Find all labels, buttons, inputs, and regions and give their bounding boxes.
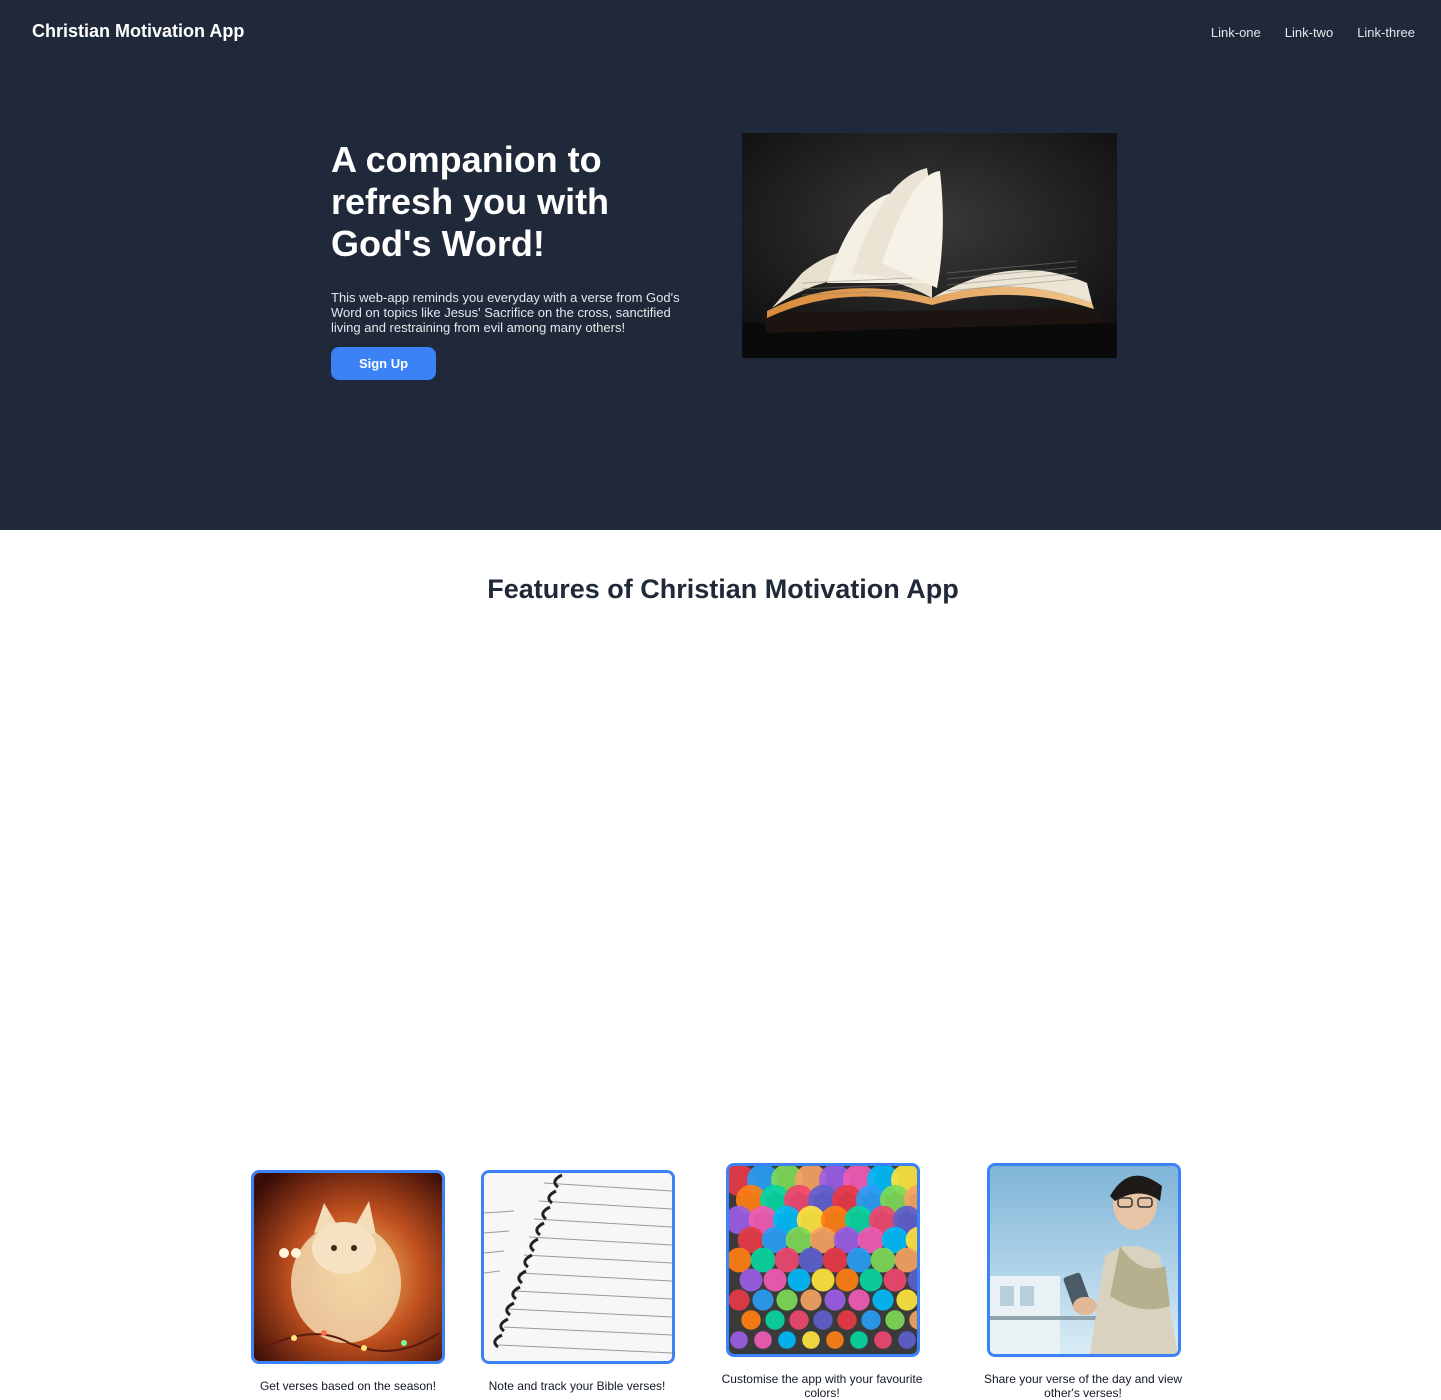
- kitten-lights-image: [251, 1170, 445, 1364]
- hero-section: Christian Motivation App Link-one Link-t…: [0, 0, 1441, 530]
- top-nav: Link-one Link-two Link-three: [1211, 25, 1415, 40]
- feature-caption-season: Get verses based on the season!: [259, 1379, 437, 1393]
- sign-up-button[interactable]: Sign Up: [331, 347, 436, 380]
- feature-caption-notes: Note and track your Bible verses!: [488, 1379, 666, 1393]
- feature-caption-share: Share your verse of the day and view oth…: [983, 1372, 1183, 1400]
- hero-description: This web-app reminds you everyday with a…: [331, 290, 680, 335]
- nav-link-two[interactable]: Link-two: [1285, 25, 1333, 40]
- nav-link-three[interactable]: Link-three: [1357, 25, 1415, 40]
- nav-link-one[interactable]: Link-one: [1211, 25, 1261, 40]
- open-bible-image: [742, 133, 1117, 358]
- notebook-image: [481, 1170, 675, 1364]
- feature-caption-colors: Customise the app with your favourite co…: [721, 1372, 923, 1400]
- person-phone-image: [987, 1163, 1181, 1357]
- features-title: Features of Christian Motivation App: [487, 574, 959, 604]
- umbrellas-image: [726, 1163, 920, 1357]
- hero-headline: A companion to refresh you with God's Wo…: [331, 139, 610, 264]
- app-brand[interactable]: Christian Motivation App: [32, 21, 244, 42]
